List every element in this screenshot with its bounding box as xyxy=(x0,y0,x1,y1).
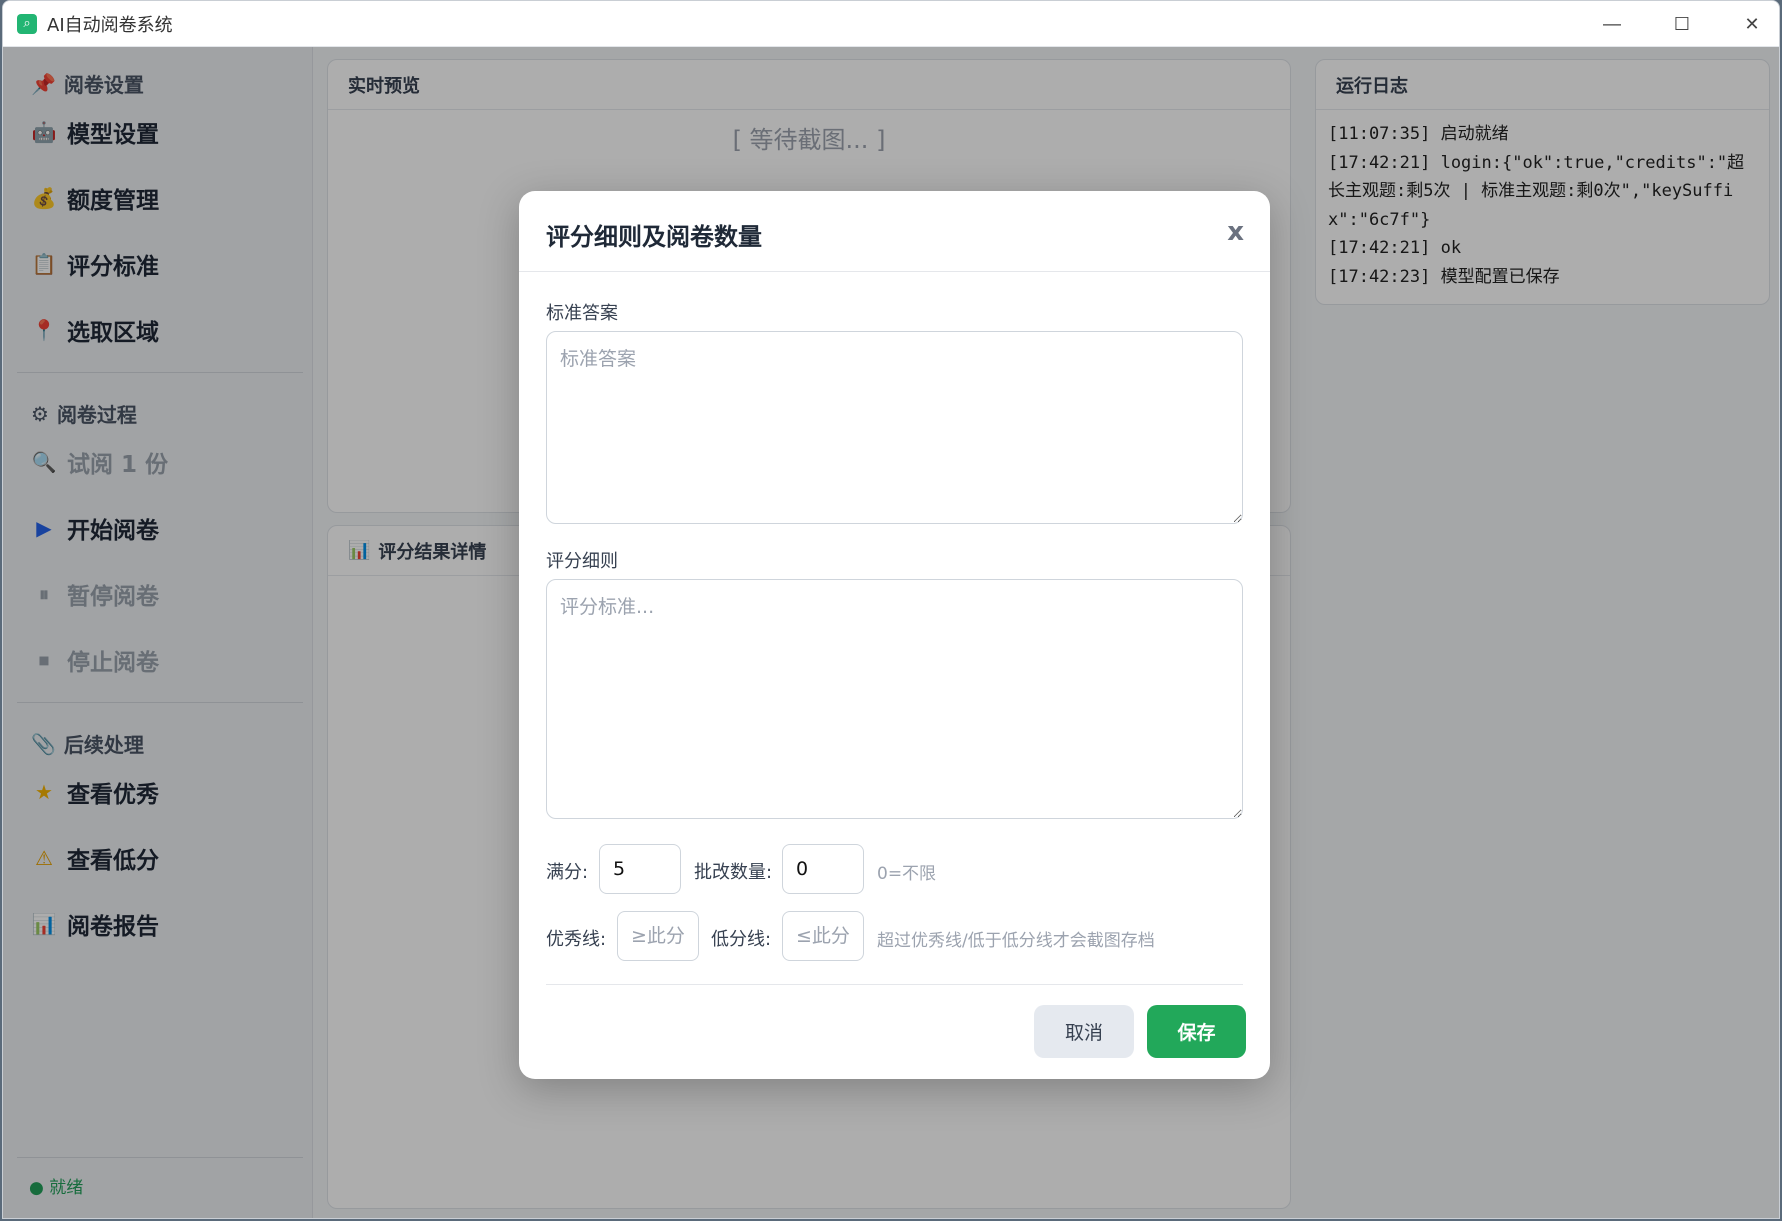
maximize-button[interactable]: ☐ xyxy=(1647,1,1717,47)
save-button[interactable]: 保存 xyxy=(1147,1005,1246,1058)
threshold-hint: 超过优秀线/低于低分线才会截图存档 xyxy=(877,931,1155,951)
full-score-label: 满分: xyxy=(546,862,589,883)
minimize-button[interactable]: ― xyxy=(1577,1,1647,47)
count-label: 批改数量: xyxy=(694,862,773,883)
title-bar: ⌕ AI自动阅卷系统 ― ☐ ✕ xyxy=(3,1,1779,47)
magnify-icon: ⌕ xyxy=(17,13,37,34)
answer-label: 标准答案 xyxy=(546,303,618,324)
full-score-input[interactable] xyxy=(599,844,681,894)
app-window: ⌕ AI自动阅卷系统 ― ☐ ✕ 📌 阅卷设置 🤖 模型设置 💰 额度管理 📋 … xyxy=(2,0,1780,1219)
dialog-title: 评分细则及阅卷数量 xyxy=(546,223,762,251)
dialog-divider xyxy=(519,271,1270,272)
count-input[interactable] xyxy=(782,844,864,894)
close-window-button[interactable]: ✕ xyxy=(1717,1,1779,47)
rubric-textarea[interactable] xyxy=(546,579,1243,819)
scoring-dialog: 评分细则及阅卷数量 x 标准答案 评分细则 满分: 批改数量: 0=不限 优秀线… xyxy=(519,191,1270,1079)
low-label: 低分线: xyxy=(711,929,772,950)
rubric-label: 评分细则 xyxy=(546,551,618,572)
window-title: AI自动阅卷系统 xyxy=(47,14,173,36)
close-icon[interactable]: x xyxy=(1227,217,1244,247)
cancel-button[interactable]: 取消 xyxy=(1034,1005,1134,1058)
excellent-threshold-input[interactable] xyxy=(617,911,699,961)
excellent-label: 优秀线: xyxy=(546,929,607,950)
standard-answer-textarea[interactable] xyxy=(546,331,1243,524)
dialog-footer-divider xyxy=(546,984,1243,985)
count-hint: 0=不限 xyxy=(877,864,937,884)
low-threshold-input[interactable] xyxy=(782,911,864,961)
